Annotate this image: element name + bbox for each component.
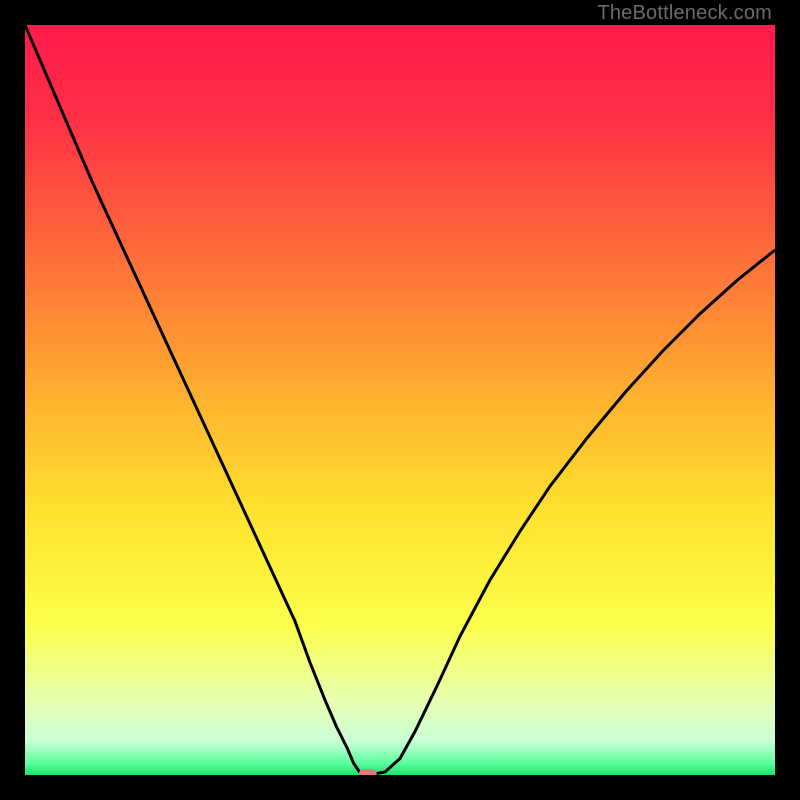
gradient-background (25, 25, 775, 775)
plot-frame (25, 25, 775, 775)
optimal-point-marker (359, 769, 377, 775)
watermark-text: TheBottleneck.com (597, 2, 772, 25)
bottleneck-chart (25, 25, 775, 775)
